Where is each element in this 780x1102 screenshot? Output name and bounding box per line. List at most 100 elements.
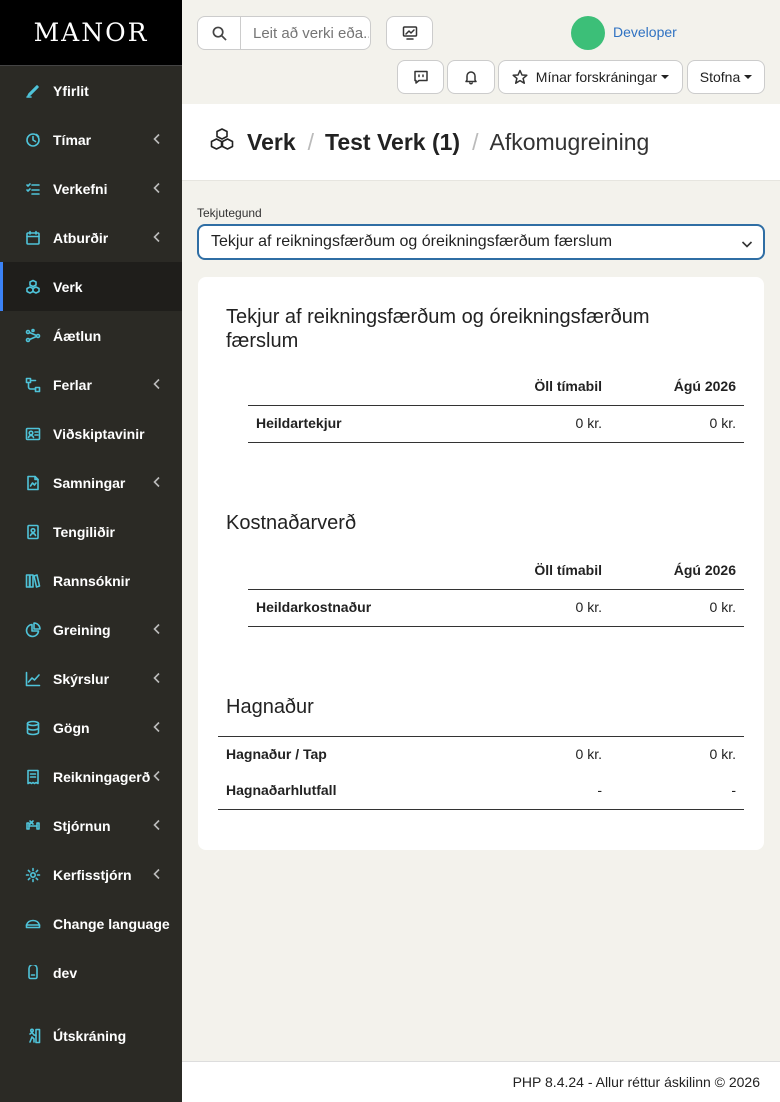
notifications-button[interactable] [447, 60, 495, 94]
sidebar-item-verk[interactable]: Verk [0, 262, 182, 311]
profit-ratio-all: - [597, 782, 602, 798]
sidebar-item-viðskiptavinir[interactable]: Viðskiptavinir [0, 409, 182, 458]
revenue-col-month: Ágú 2026 [673, 378, 736, 394]
profit-ratio-label: Hagnaðarhlutfall [226, 782, 337, 798]
avatar[interactable] [571, 16, 605, 50]
divider [248, 405, 744, 406]
cubes-icon [208, 126, 236, 159]
revenue-type-label: Tekjutegund [197, 206, 262, 220]
clock-icon [24, 131, 42, 149]
total-revenue-label: Heildartekjur [256, 415, 342, 431]
breadcrumb-verk[interactable]: Verk [247, 129, 296, 156]
search-box [197, 16, 371, 50]
page-title: Afkomugreining [489, 128, 650, 155]
cost-col-month: Ágú 2026 [673, 562, 736, 578]
caret-down-icon [661, 75, 670, 79]
profitability-card: Tekjur af reikningsfærðum og óreikningsf… [198, 277, 764, 850]
pie-chart-icon [24, 621, 42, 639]
sidebar-item-label: Greining [53, 621, 111, 638]
sidebar-item-label: Tímar [53, 131, 92, 148]
chevron-left-icon [150, 377, 164, 391]
sidebar-item-kerfisstjórn[interactable]: Kerfisstjórn [0, 850, 182, 899]
chevron-left-icon [150, 475, 164, 489]
presentation-button[interactable] [386, 16, 433, 50]
cubes-icon [24, 278, 42, 296]
profit-loss-all: 0 kr. [575, 746, 602, 762]
language-icon [24, 915, 42, 933]
bell-icon [465, 71, 477, 85]
sidebar-item-label: Yfirlit [53, 82, 89, 99]
chevron-left-icon [150, 132, 164, 146]
sidebar-item-label: Rannsóknir [53, 572, 131, 589]
sidebar-item-tengiliðir[interactable]: Tengiliðir [0, 507, 182, 556]
total-revenue-month: 0 kr. [709, 415, 736, 431]
sidebar-item-ferlar[interactable]: Ferlar [0, 360, 182, 409]
breadcrumb-separator: / [472, 128, 479, 155]
sidebar-item-stjórnun[interactable]: Stjórnun [0, 801, 182, 850]
favorites-label: Mínar forskráningar [535, 69, 658, 85]
sidebar-item-útskráning[interactable]: Útskráning [0, 1011, 182, 1060]
search-button[interactable] [198, 17, 241, 49]
calendar-icon [24, 229, 42, 247]
total-cost-month: 0 kr. [709, 599, 736, 615]
sidebar-item-áætlun[interactable]: Áætlun [0, 311, 182, 360]
sidebar-item-label: Viðskiptavinir [53, 425, 145, 442]
revenue-type-value: Tekjur af reikningsfærðum og óreikningsf… [211, 233, 613, 250]
flow-icon [24, 376, 42, 394]
contact-card-icon [24, 425, 42, 443]
divider [218, 736, 744, 737]
checklist-icon [24, 180, 42, 198]
chevron-left-icon [150, 671, 164, 685]
document-icon [24, 474, 42, 492]
sidebar-item-yfirlit[interactable]: Yfirlit [0, 66, 182, 115]
favorites-dropdown[interactable]: Mínar forskráningar [498, 60, 683, 94]
breadcrumb-project[interactable]: Test Verk (1) [325, 129, 460, 156]
search-input[interactable] [241, 17, 369, 49]
sidebar-item-label: Kerfisstjórn [53, 866, 132, 883]
sidebar-item-label: Reikningagerð [53, 768, 151, 785]
messages-button[interactable] [397, 60, 444, 94]
brand-logo[interactable]: MANOR [0, 0, 182, 66]
sidebar-item-label: Stjórnun [53, 817, 111, 834]
revenue-col-all-periods: Öll tímabil [534, 378, 602, 394]
page-header: Verk / Test Verk (1) / Afkomugreining [182, 104, 780, 181]
sidebar-item-atburðir[interactable]: Atburðir [0, 213, 182, 262]
sidebar-item-reikningagerð[interactable]: Reikningagerð [0, 752, 182, 801]
sidebar-item-change-language[interactable]: Change language [0, 899, 182, 948]
cost-col-all-periods: Öll tímabil [534, 562, 602, 578]
dumbbell-icon [24, 817, 42, 835]
sidebar-item-dev[interactable]: dev [0, 948, 182, 997]
network-icon [24, 327, 42, 345]
breadcrumb-separator: / [307, 128, 314, 155]
message-icon [413, 70, 428, 84]
user-icon [24, 964, 42, 982]
sidebar-item-verkefni[interactable]: Verkefni [0, 164, 182, 213]
sidebar-item-label: Samningar [53, 474, 126, 491]
star-icon [512, 69, 528, 84]
books-icon [24, 572, 42, 590]
sidebar-item-label: Gögn [53, 719, 90, 736]
total-revenue-all: 0 kr. [575, 415, 602, 431]
profit-ratio-month: - [731, 782, 736, 798]
sidebar-item-skýrslur[interactable]: Skýrslur [0, 654, 182, 703]
sidebar-item-label: Ferlar [53, 376, 92, 393]
sidebar-item-tímar[interactable]: Tímar [0, 115, 182, 164]
create-dropdown[interactable]: Stofna [687, 60, 765, 94]
sidebar-item-rannsóknir[interactable]: Rannsóknir [0, 556, 182, 605]
sidebar-item-label: Change language [53, 915, 170, 932]
sidebar-item-label: Atburðir [53, 229, 109, 246]
chevron-left-icon [150, 720, 164, 734]
sidebar-item-samningar[interactable]: Samningar [0, 458, 182, 507]
footer: PHP 8.4.24 - Allur réttur áskilinn © 202… [182, 1061, 780, 1102]
sidebar-item-greining[interactable]: Greining [0, 605, 182, 654]
sidebar-item-label: Verkefni [53, 180, 108, 197]
user-name-link[interactable]: Developer [613, 24, 677, 40]
divider [248, 589, 744, 590]
divider [218, 809, 744, 810]
revenue-type-select[interactable]: Tekjur af reikningsfærðum og óreikningsf… [197, 224, 765, 260]
sidebar-item-gögn[interactable]: Gögn [0, 703, 182, 752]
chevron-left-icon [150, 769, 164, 783]
caret-down-icon [744, 75, 753, 79]
sidebar: MANOR Yfirlit Tímar Verkefni Atburðir Verk Áæ… [0, 0, 182, 1102]
pen-icon [24, 82, 42, 100]
